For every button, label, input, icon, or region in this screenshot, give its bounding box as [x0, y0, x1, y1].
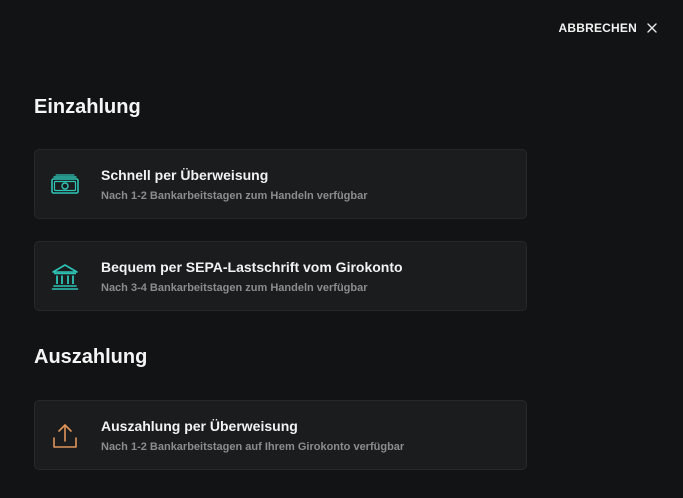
deposit-option-bank-transfer[interactable]: Schnell per Überweisung Nach 1-2 Bankarb… [34, 149, 527, 219]
option-title: Bequem per SEPA-Lastschrift vom Girokont… [101, 259, 403, 275]
deposit-option-sepa-direct-debit[interactable]: Bequem per SEPA-Lastschrift vom Girokont… [34, 241, 527, 311]
cancel-button[interactable]: ABBRECHEN [559, 21, 657, 35]
option-subtitle: Nach 1-2 Bankarbeitstagen zum Handeln ve… [101, 190, 368, 202]
cancel-label: ABBRECHEN [558, 21, 637, 35]
deposit-section-title: Einzahlung [34, 96, 141, 118]
withdrawal-option-bank-transfer[interactable]: Auszahlung per Überweisung Nach 1-2 Bank… [34, 400, 527, 470]
bank-building-icon [51, 264, 79, 290]
payment-method-dialog: ABBRECHEN Einzahlung Schnell per Überwei… [0, 0, 683, 498]
option-title: Schnell per Überweisung [101, 167, 269, 183]
withdrawal-section-title: Auszahlung [34, 346, 148, 368]
banknote-icon [51, 174, 79, 194]
option-subtitle: Nach 1-2 Bankarbeitstagen auf Ihrem Giro… [101, 441, 405, 453]
upload-icon [53, 424, 77, 448]
option-subtitle: Nach 3-4 Bankarbeitstagen zum Handeln ve… [101, 282, 368, 294]
close-icon [647, 23, 657, 33]
option-title: Auszahlung per Überweisung [101, 418, 298, 434]
